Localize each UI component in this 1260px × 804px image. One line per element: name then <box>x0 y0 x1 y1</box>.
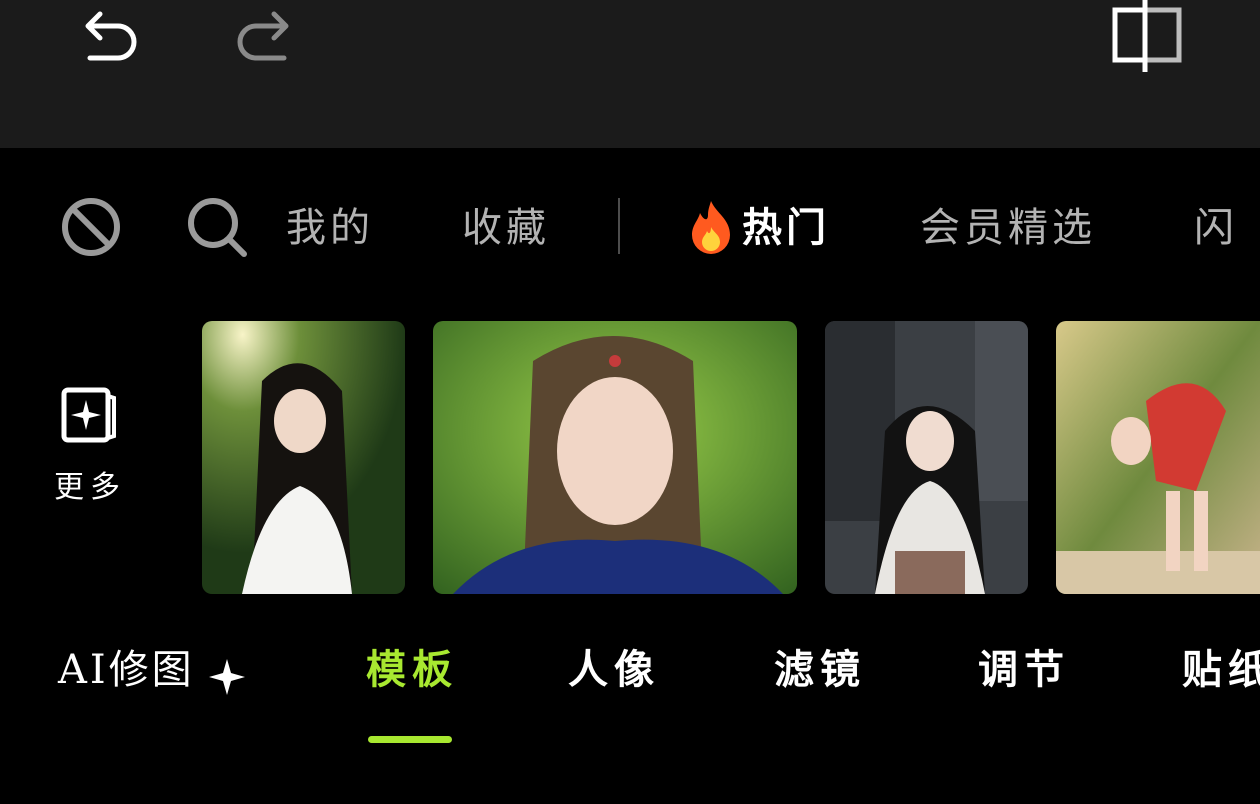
tab-filters[interactable]: 滤镜 <box>774 640 866 700</box>
template-thumb-4[interactable] <box>1056 321 1260 594</box>
template-thumb-3[interactable] <box>825 321 1028 594</box>
undo-icon <box>85 11 137 61</box>
undo-button[interactable] <box>70 0 150 72</box>
tab-templates[interactable]: 模板 <box>366 640 458 700</box>
template-thumb-2[interactable] <box>433 321 797 594</box>
category-bar: 我的 收藏 热门 会员精选 闪 <box>0 180 1260 275</box>
category-divider <box>618 198 620 254</box>
category-hot[interactable]: 热门 <box>686 198 830 258</box>
category-hot-label: 热门 <box>742 204 830 251</box>
category-favorites[interactable]: 收藏 <box>462 198 550 258</box>
more-label: 更多 <box>54 470 126 505</box>
redo-icon <box>237 11 289 61</box>
fire-icon <box>692 201 730 254</box>
top-toolbar <box>0 0 1260 148</box>
sparkle-frame-icon <box>61 387 116 443</box>
bottom-tab-bar: AI修图 模板 人像 滤镜 调节 贴纸 <box>0 620 1260 760</box>
compare-icon <box>1112 0 1182 72</box>
no-effect-button[interactable] <box>58 194 124 260</box>
search-icon <box>188 198 247 257</box>
category-vip-picks[interactable]: 会员精选 <box>920 198 1096 258</box>
template-thumb-1[interactable] <box>202 321 405 594</box>
compare-button[interactable] <box>1100 0 1190 76</box>
category-flash[interactable]: 闪 <box>1194 198 1238 258</box>
template-image-4 <box>1056 321 1260 594</box>
template-image-1 <box>202 321 405 594</box>
tab-adjust[interactable]: 调节 <box>978 640 1070 700</box>
active-tab-indicator <box>368 736 452 743</box>
tab-stickers[interactable]: 贴纸 <box>1182 640 1260 700</box>
more-templates-button[interactable]: 更多 <box>40 382 140 512</box>
template-image-3 <box>825 321 1028 594</box>
tab-ai-retouch[interactable]: AI修图 <box>58 640 247 700</box>
tab-portrait[interactable]: 人像 <box>568 640 660 700</box>
category-mine[interactable]: 我的 <box>286 198 374 258</box>
template-image-2 <box>433 321 797 594</box>
no-effect-icon <box>62 198 120 256</box>
sparkle-icon <box>208 659 245 695</box>
search-button[interactable] <box>184 194 250 260</box>
tab-ai-retouch-label: AI修图 <box>58 647 195 693</box>
redo-button[interactable] <box>224 0 304 72</box>
